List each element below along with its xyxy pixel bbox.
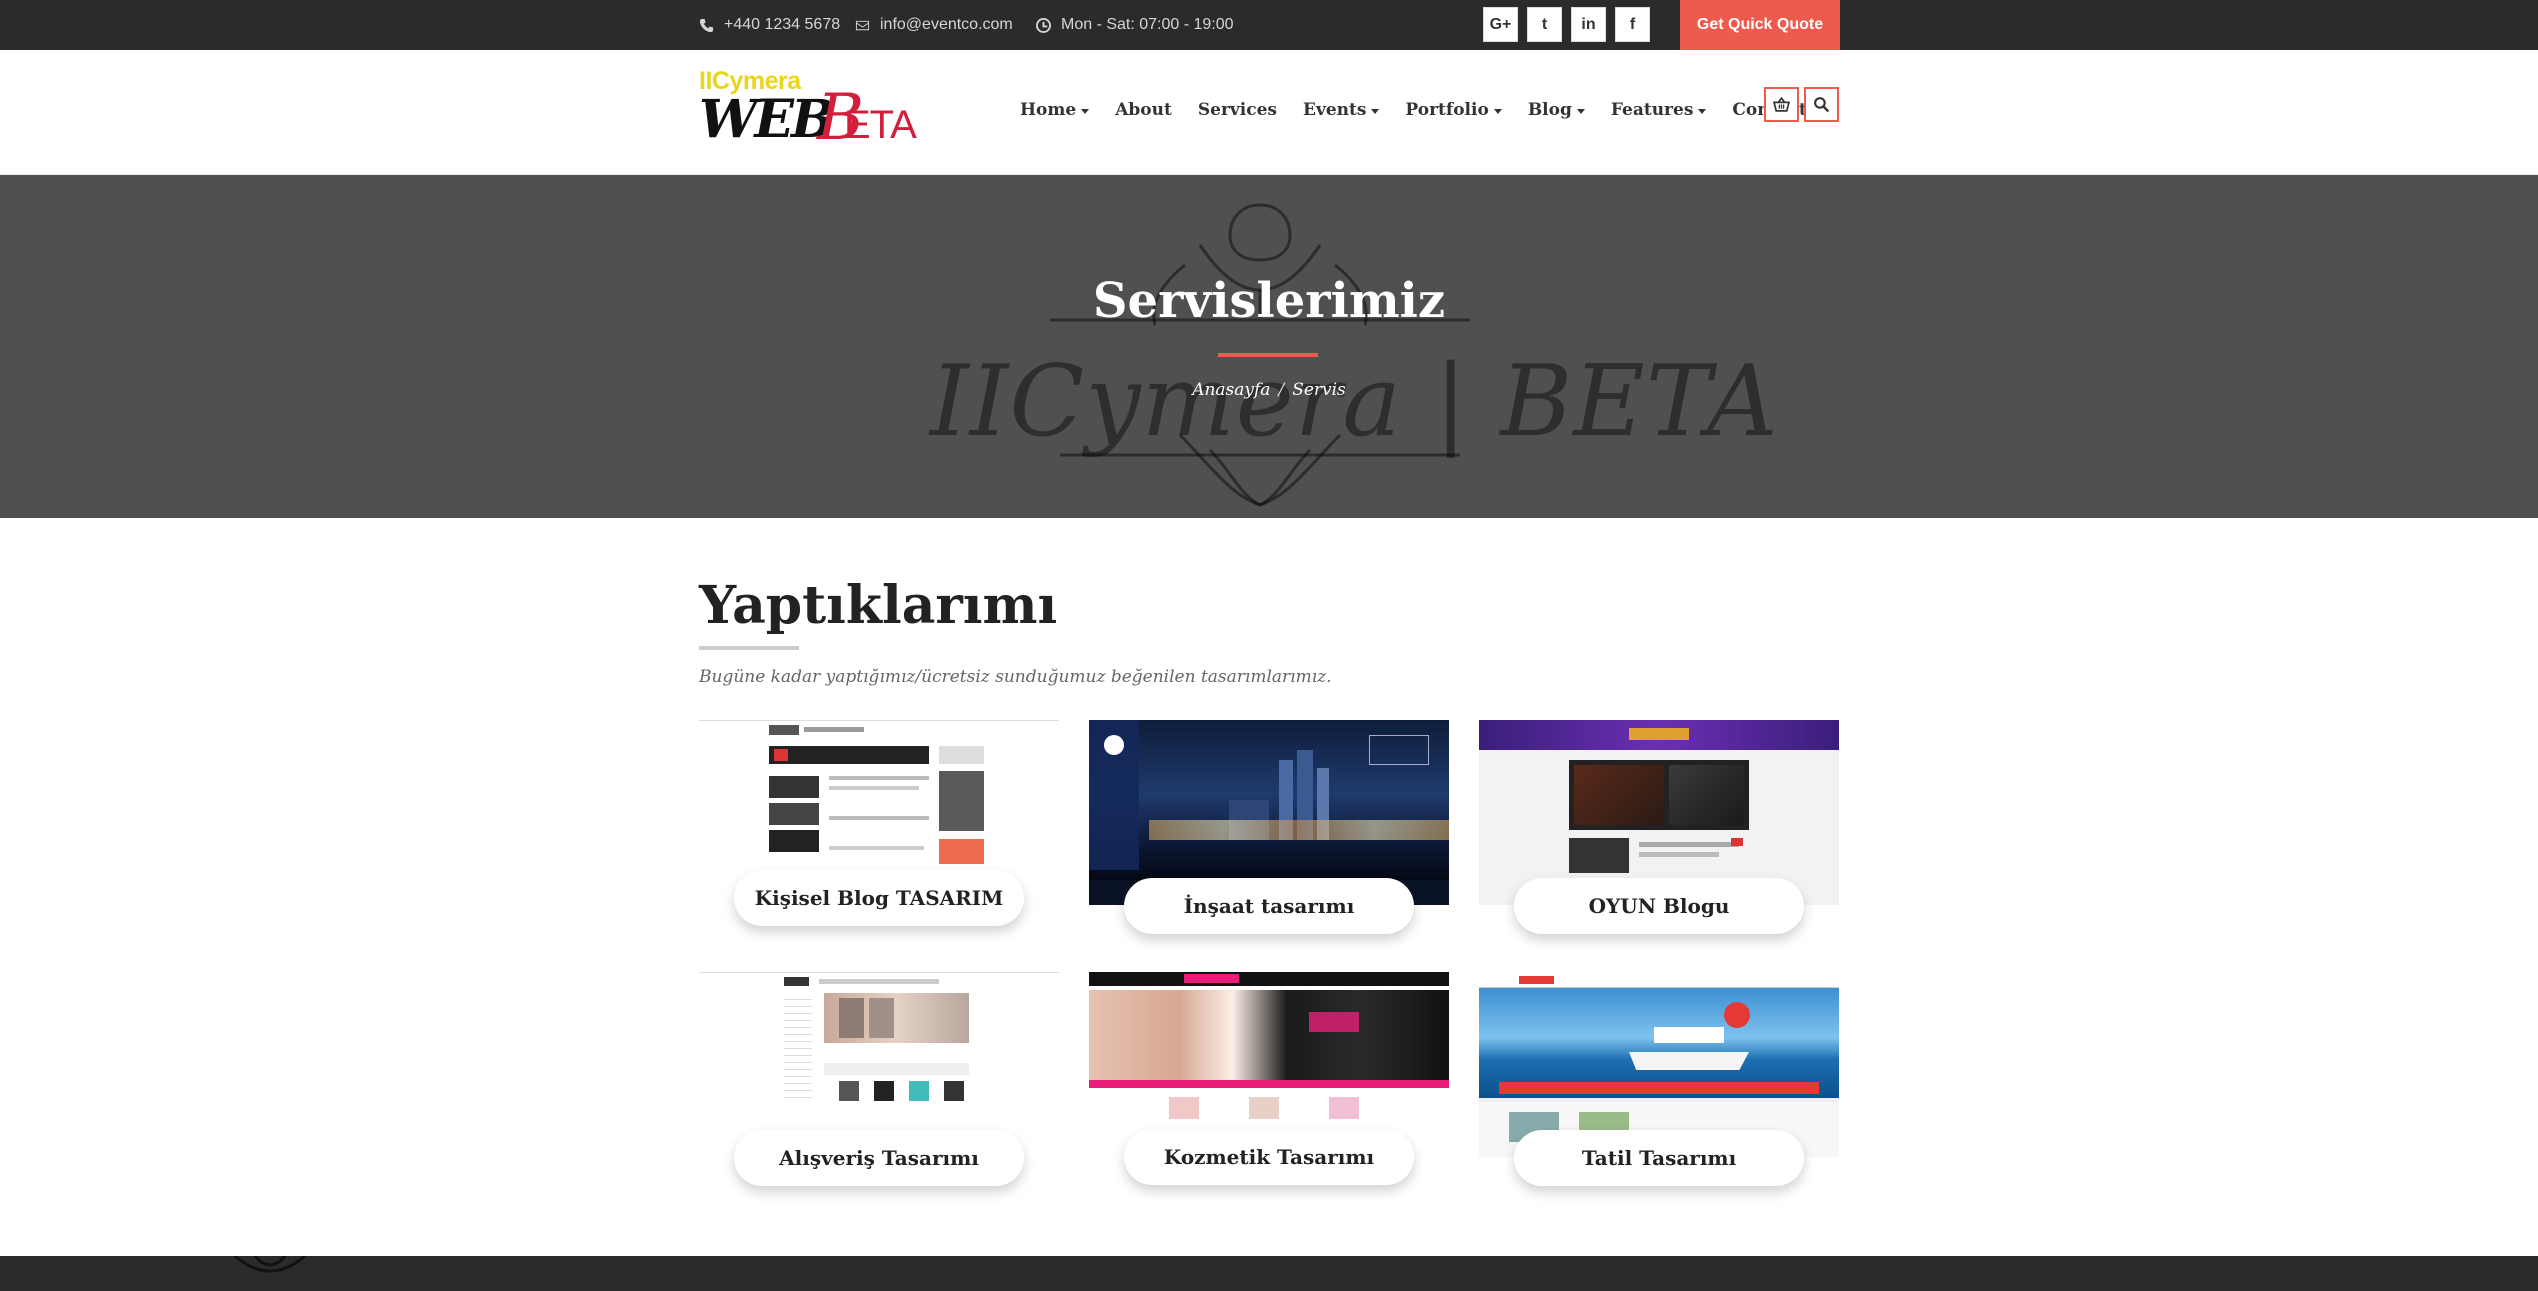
cosmetics-thumbnail: [1089, 972, 1449, 1122]
portfolio-card[interactable]: OYUN Blogu: [1479, 720, 1839, 934]
breadcrumb-separator: /: [1278, 380, 1285, 400]
portfolio-card[interactable]: Kozmetik Tasarımı: [1089, 972, 1449, 1185]
breadcrumb: Anasayfa / Servis: [0, 380, 2538, 400]
card-label[interactable]: Alışveriş Tasarımı: [734, 1130, 1024, 1186]
card-label[interactable]: Tatil Tasarımı: [1514, 1130, 1804, 1186]
top-bar: +440 1234 5678 info@eventco.com Mon - Sa…: [0, 0, 2538, 50]
nav-features-label: Features: [1610, 100, 1694, 120]
logo-beta-text: ETA: [844, 103, 917, 147]
chevron-down-icon: [1371, 108, 1380, 114]
get-quick-quote-button[interactable]: Get Quick Quote: [1680, 0, 1840, 50]
hero-watermark-text: IICymera | BETA: [930, 345, 1779, 459]
section-underline: [699, 646, 799, 650]
hours-info: Mon - Sat: 07:00 - 19:00: [1036, 0, 1234, 50]
nav-blog[interactable]: Blog: [1528, 100, 1585, 120]
nav-features[interactable]: Features: [1611, 100, 1707, 120]
clock-icon: [1036, 17, 1051, 33]
portfolio-card[interactable]: Kişisel Blog TASARIM: [699, 720, 1059, 926]
cart-button[interactable]: [1764, 87, 1799, 122]
phone-info: +440 1234 5678: [699, 0, 840, 50]
nav-portfolio-label: Portfolio: [1405, 100, 1489, 120]
card-label[interactable]: OYUN Blogu: [1514, 878, 1804, 934]
card-label[interactable]: Kozmetik Tasarımı: [1124, 1129, 1414, 1185]
chevron-down-icon: [1576, 108, 1585, 114]
nav-events-label: Events: [1302, 100, 1367, 120]
site-logo[interactable]: IICymera WEB B ETA: [699, 67, 959, 159]
portfolio-card[interactable]: Tatil Tasarımı: [1479, 972, 1839, 1186]
shopping-thumbnail: [699, 972, 1059, 1127]
portfolio-card[interactable]: İnşaat tasarımı: [1089, 720, 1449, 934]
main-nav: Home About Services Events Portfolio Blo…: [1020, 50, 1820, 170]
breadcrumb-current: Servis: [1292, 380, 1346, 400]
search-icon: [1814, 97, 1830, 113]
breadcrumb-home[interactable]: Anasayfa: [1192, 380, 1270, 400]
twitter-icon[interactable]: t: [1527, 7, 1562, 42]
page-hero: IICymera | BETA Servislerimiz Anasayfa / S…: [0, 175, 2538, 518]
linkedin-icon[interactable]: in: [1571, 7, 1606, 42]
site-header: IICymera WEB B ETA Home About Services E…: [0, 50, 2538, 175]
chevron-down-icon: [1698, 108, 1707, 114]
chevron-down-icon: [1493, 108, 1502, 114]
title-underline: [1218, 353, 1318, 357]
nav-events[interactable]: Events: [1302, 100, 1380, 120]
nav-services[interactable]: Services: [1198, 100, 1277, 120]
logo-web-text: WEB: [699, 89, 835, 150]
google-plus-icon[interactable]: G+: [1483, 7, 1518, 42]
nav-blog-label: Blog: [1527, 100, 1572, 120]
footer-emblem-icon: [234, 1256, 306, 1273]
hours-text: Mon - Sat: 07:00 - 19:00: [1061, 16, 1234, 33]
card-label[interactable]: Kişisel Blog TASARIM: [734, 870, 1024, 926]
basket-icon: [1773, 96, 1790, 112]
nav-home-label: Home: [1020, 100, 1077, 120]
nav-about[interactable]: About: [1115, 100, 1172, 120]
facebook-icon[interactable]: f: [1615, 7, 1650, 42]
email-info[interactable]: info@eventco.com: [855, 0, 1013, 50]
blog-thumbnail: [699, 720, 1059, 870]
nav-portfolio[interactable]: Portfolio: [1405, 100, 1502, 120]
social-links: G+ t in f: [1483, 7, 1650, 42]
email-text[interactable]: info@eventco.com: [880, 16, 1013, 34]
section-title: Yaptıklarımı: [699, 575, 1058, 636]
footer: [0, 1256, 2538, 1291]
nav-about-label: About: [1115, 100, 1172, 120]
phone-text: +440 1234 5678: [724, 16, 841, 33]
search-button[interactable]: [1804, 87, 1839, 122]
card-label[interactable]: İnşaat tasarımı: [1124, 878, 1414, 934]
envelope-icon: [855, 20, 870, 30]
nav-home[interactable]: Home: [1020, 100, 1090, 120]
page-title: Servislerimiz: [1092, 273, 1446, 329]
phone-icon: [699, 18, 714, 32]
section-subtitle: Bugüne kadar yaptığımız/ücretsiz sunduğu…: [699, 667, 1332, 687]
portfolio-card[interactable]: Alışveriş Tasarımı: [699, 972, 1059, 1186]
nav-services-label: Services: [1197, 100, 1277, 120]
chevron-down-icon: [1081, 108, 1090, 114]
